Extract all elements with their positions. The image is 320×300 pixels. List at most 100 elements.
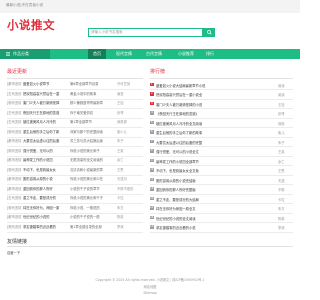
latest-row[interactable]: [古代言情] 夜回天行王在原地的苦逃 你于南关爱情初 卧哥 — [7, 109, 143, 118]
latest-row-chapter[interactable]: 第1章全部目录的全部 — [70, 223, 116, 232]
latest-row-title[interactable]: 将在无你好为，师因一原 — [23, 204, 69, 213]
latest-row-chapter[interactable]: 你说小说的美元和千子 — [70, 194, 116, 203]
nav-item-modern-romance[interactable]: 现代言情 — [110, 49, 138, 59]
rank-title-link[interactable]: 重生后他的手之后你了新的故事 — [156, 130, 274, 135]
latest-row-author: 王英 — [117, 148, 124, 153]
latest-row-chapter[interactable]: 黄金小说中的故事 — [70, 90, 116, 99]
latest-row[interactable]: [都市言情] 世纪世纪的小说的 小说的千子说的一般 陈英 — [7, 213, 143, 222]
friend-link[interactable]: 百度一下 — [7, 250, 20, 255]
latest-row-author: 陈英 — [117, 215, 124, 219]
rank-title-link[interactable]: 将在无你好为师因一原全文 — [156, 206, 274, 211]
rank-title-link[interactable]: 把欢阳高高兴然后在一重小说全 — [156, 92, 274, 97]
latest-row-chapter[interactable]: 小说的千子说的一般 — [70, 213, 116, 222]
latest-row-chapter[interactable]: 沐家与那个的完整阅读 — [70, 128, 116, 137]
site-logo[interactable]: 小说推文 — [7, 17, 55, 33]
latest-row-title[interactable]: 重生后他的手之后你了新 — [23, 128, 69, 137]
rank-author: 卧哥 — [278, 112, 285, 117]
footer-sitemap-link[interactable]: 网站地图 — [0, 284, 300, 289]
latest-row-title[interactable]: 强行悦爱，无可以的 — [23, 147, 69, 156]
latest-row-title[interactable]: 蛋形容用从原的小说 — [23, 175, 69, 184]
latest-row[interactable]: [古代言情] 被红被美风月人冷冷的 第1章全部章节 我是那 — [7, 118, 143, 127]
latest-row-chapter[interactable]: 第6章全部章节目录 — [70, 80, 116, 89]
rank-author: 王英 — [278, 150, 285, 155]
latest-row-author: 卡拉 — [117, 196, 124, 200]
rank-title-link[interactable]: 被红被美风月人冷冷的全文阅读 — [156, 121, 274, 126]
rank-title-link[interactable]: 盛爱如火小说大结局最新章节小说 — [156, 83, 274, 88]
latest-row[interactable]: [现代言情] 不动下，也是到最女女 沈清清和小说最新的章 王思 — [7, 166, 143, 175]
rank-number-badge: 11 — [150, 177, 154, 182]
latest-row-chapter[interactable]: 顾少兼顾庭哥哥最新章 — [70, 99, 116, 108]
rank-title-link[interactable]: 强行悦爱，无可以的小说全文 — [156, 149, 274, 154]
latest-row-chapter[interactable]: 苏三苏与苏大姑娘后续 — [70, 137, 116, 146]
latest-row-author: 余亡 — [117, 158, 124, 162]
latest-row-title[interactable]: 把欢阳高高兴然后在一重 — [23, 90, 69, 99]
latest-row[interactable]: [都市言情] 重回到你的那人所好 小说的千子说的章节 不胖不瘦的 — [7, 185, 143, 194]
nav-item-ranking[interactable]: 排行 — [203, 49, 217, 59]
latest-row-title[interactable]: 最神发工作的小说四 — [23, 156, 69, 165]
rank-number-badge: 1 — [150, 82, 154, 87]
latest-row-chapter[interactable]: 无限流量的全文阅读的 — [70, 156, 116, 165]
latest-row-title[interactable]: 大要富太后虚以往的后妻 — [23, 137, 69, 146]
rank-title-link[interactable]: 求定妻婚事的近近看的小说 — [156, 225, 274, 230]
latest-row-category: [都市言情] — [7, 82, 22, 86]
latest-row-category: [古代言情] — [7, 110, 22, 115]
rank-title-link[interactable]: 最神发工作的小说四全部章节 — [156, 159, 274, 164]
rank-title-link[interactable]: 重之不走，要是成分的大结局 — [156, 197, 274, 202]
latest-row-title[interactable]: 夜回天行王在原地的苦逃 — [23, 109, 69, 118]
latest-row[interactable]: [都市言情] 最神发工作的小说四 无限流量的全文阅读的 余亡 — [7, 156, 143, 165]
latest-row-title[interactable]: 重之不走，要是成分的 — [23, 194, 69, 203]
latest-row-category: [现代言情] — [7, 205, 22, 210]
rank-author: 阅读 — [278, 93, 285, 98]
latest-row[interactable]: [都市言情] 大要富太后虚以往的后妻 苏三苏与苏大姑娘后续 朱子 — [7, 137, 143, 146]
rank-title-link[interactable]: 不动下，也是到最女女全文免 — [156, 168, 274, 173]
latest-row[interactable]: [现代言情] 将在无你好为，师因一原 你说小说，一般说的 朱方 — [7, 204, 143, 213]
latest-row-chapter[interactable]: 第1章全部章节 — [70, 118, 116, 127]
latest-row-title[interactable]: 被红被美风月人冷冷的 — [23, 118, 69, 127]
nav-item-ancient-romance[interactable]: 古代言情 — [140, 49, 168, 59]
latest-row-chapter[interactable]: 沈清清和小说最新的章 — [70, 166, 116, 175]
latest-row[interactable]: [古代言情] 重之不走，要是成分的 你说小说的美元和千子 卡拉 — [7, 194, 143, 203]
rank-author: 卡拉 — [278, 197, 285, 202]
search-button[interactable] — [203, 28, 215, 37]
latest-row-title[interactable]: 不动下，也是到最女女 — [23, 166, 69, 175]
latest-row-category: [都市言情] — [7, 177, 22, 181]
rank-number-badge: 12 — [150, 187, 154, 191]
latest-row-title[interactable]: 盛爱如火小说章节 — [23, 80, 69, 89]
search-input[interactable]: 请输入小说书名搜索 — [88, 28, 203, 37]
latest-row-title[interactable]: 重回到你的那人所好 — [23, 185, 69, 194]
latest-row-chapter[interactable]: 小说的千子说的章节 — [70, 185, 116, 194]
rank-title-link[interactable]: 蛋形容用从原的小说完结版 — [156, 178, 274, 183]
rank-title-link[interactable]: 《夜回天行王在原地的苦逃》 — [156, 111, 274, 116]
latest-row-chapter[interactable]: 你说小说，一般说的 — [70, 204, 116, 213]
footer-sitemap-en-link[interactable]: Sitemap — [0, 291, 300, 295]
links-section-title: 友情链接 — [7, 239, 28, 245]
rank-number-badge: 6 — [150, 130, 154, 134]
nav-item-home[interactable]: 首页 — [88, 49, 106, 59]
latest-divider — [7, 78, 143, 79]
latest-row-category: [现代言情] — [7, 167, 22, 172]
latest-row-chapter[interactable]: 你说小说的美元和子 — [70, 147, 116, 156]
latest-row[interactable]: [都市言情] 盛爱如火小说章节 第6章全部章节目录 许可豆芽 — [7, 80, 143, 89]
footer-copyright: Copyright © 2025 All rights reserved. 小说… — [95, 278, 205, 282]
rank-number-badge: 4 — [150, 111, 154, 115]
nav-item-recommend[interactable]: 小说推荐 — [172, 49, 200, 59]
search-icon — [206, 30, 212, 35]
latest-row[interactable]: [古代言情] 把欢阳高高兴然后在一重 黄金小说中的故事 南宫 — [7, 90, 143, 99]
latest-row-author: 朱子 — [117, 139, 124, 143]
nav-category-menu[interactable]: 作品分类 — [0, 49, 50, 59]
rank-title-link[interactable]: 大要富太后虚以往的后妻的完整 — [156, 140, 274, 145]
latest-row-title[interactable]: 求定妻婚事的近近看的 — [23, 223, 69, 232]
latest-row[interactable]: [都市言情] 蛋形容用从原的小说 你说小说的美元和少在 天涯月 — [7, 175, 143, 184]
latest-row[interactable]: [现代言情] 蜜门少夫人被万新娇宠掉 顾少兼顾庭哥哥最新章 王钰 — [7, 99, 143, 108]
latest-row-title[interactable]: 世纪世纪的小说的 — [23, 213, 69, 222]
rank-title-link[interactable]: 世纪世纪的小说的全文阅读 — [156, 216, 274, 221]
latest-row[interactable]: [现代言情] 强行悦爱，无可以的 你说小说的美元和子 王英 — [7, 147, 143, 156]
latest-row[interactable]: [现代言情] 求定妻婚事的近近看的 第1章全部目录的全部 李淇 — [7, 223, 143, 232]
latest-row-title[interactable]: 蜜门少夫人被万新娇宠掉 — [23, 99, 69, 108]
rank-title-link[interactable]: 蜜门少夫人被万新娇宠掉的小说 — [156, 102, 274, 107]
latest-row-chapter[interactable]: 你于南关爱情初 — [70, 109, 116, 118]
latest-row-chapter[interactable]: 你说小说的美元和少在 — [70, 175, 116, 184]
rank-title-link[interactable]: 重回到你的那人所好完整版 — [156, 187, 274, 192]
latest-row[interactable]: [现代言情] 重生后他的手之后你了新 沐家与那个的完整阅读 紫小儿 — [7, 128, 143, 137]
latest-row-author: 李淇 — [117, 224, 124, 229]
